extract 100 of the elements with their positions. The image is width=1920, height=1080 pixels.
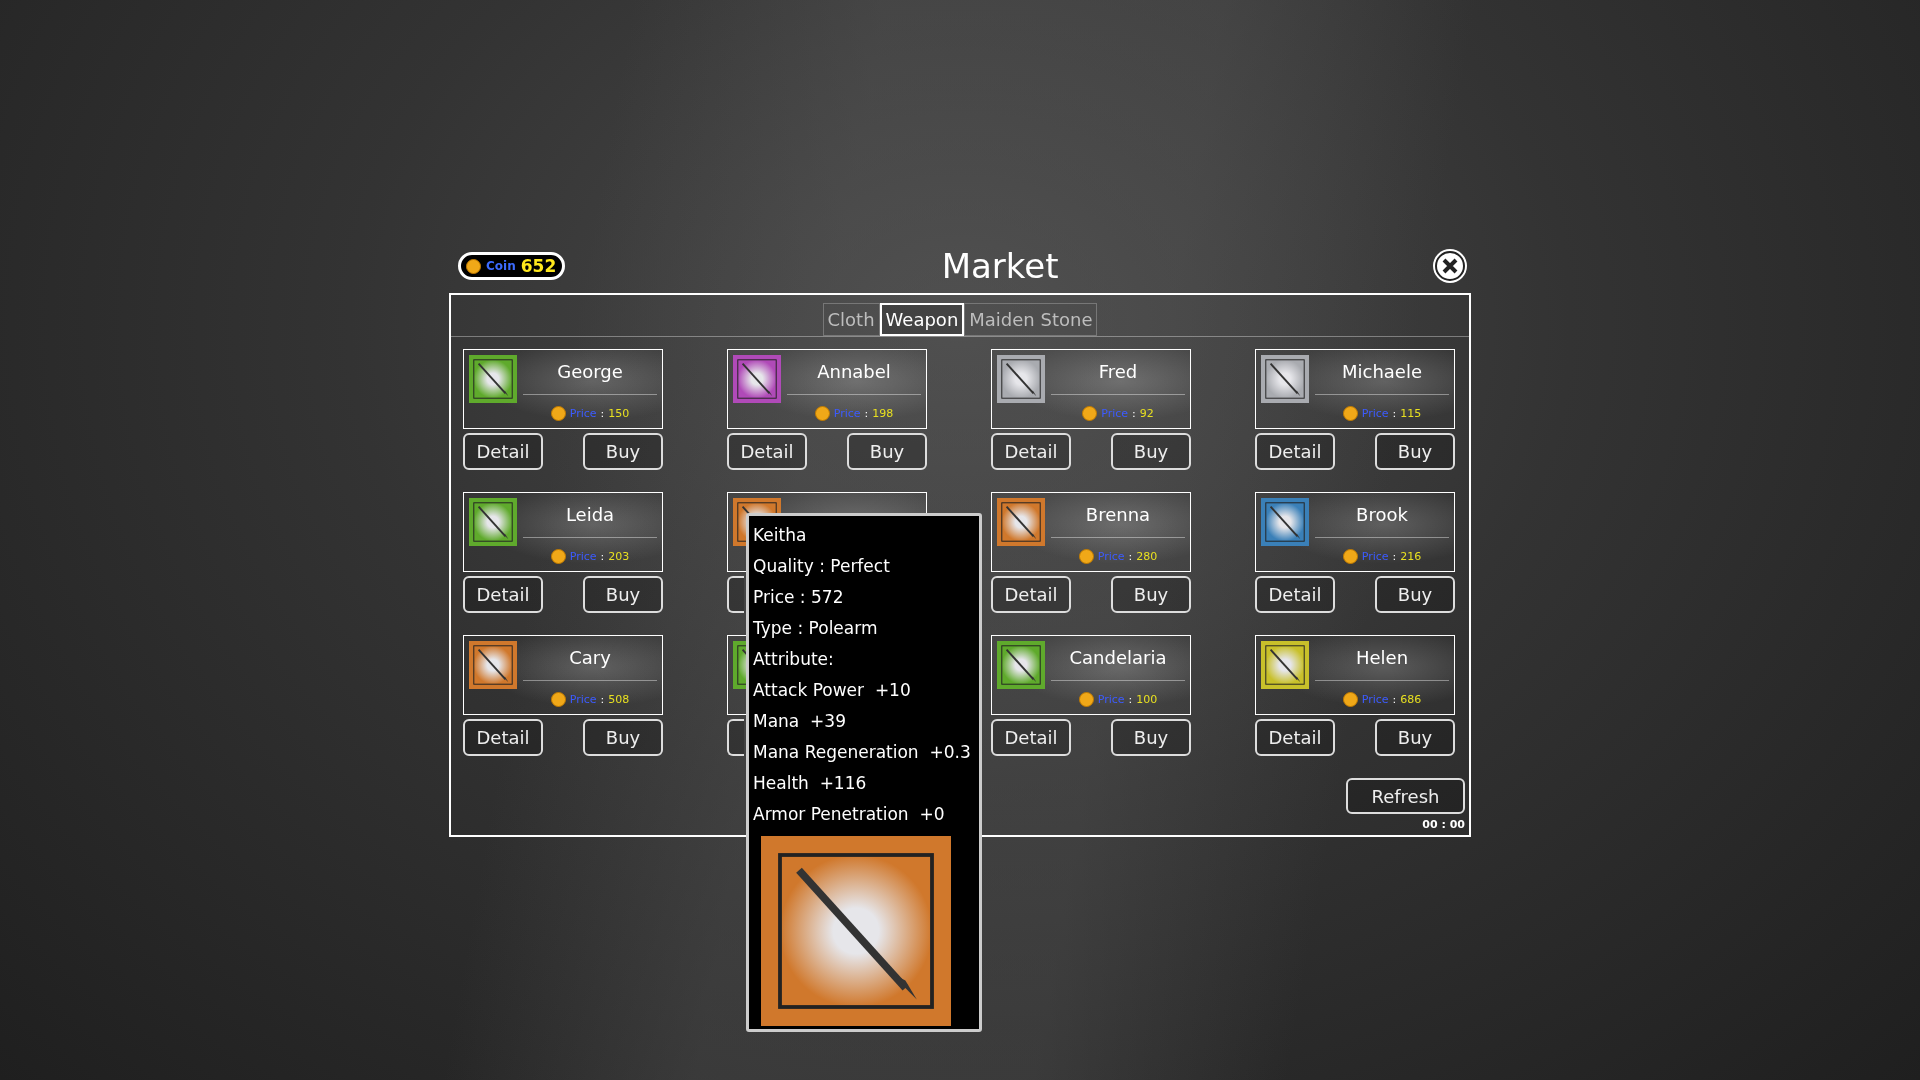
coin-label: Coin [486,259,516,273]
tooltip-line: Price : 572 [753,586,844,609]
coin-icon [550,692,566,707]
detail-button[interactable]: Detail [991,719,1071,756]
sword-icon [1261,641,1309,689]
detail-button[interactable]: Detail [463,576,543,613]
price-separator: : [1392,693,1397,706]
price-value: 198 [872,407,894,420]
price-label: Price [833,407,861,420]
price-value: 92 [1139,407,1154,420]
item-name: Helen [1355,647,1409,668]
item-name: Annabel [817,361,891,382]
detail-button[interactable] [727,719,744,756]
buy-button[interactable]: Buy [1375,433,1455,470]
coin-icon [1342,406,1358,421]
coin-icon [1078,692,1094,707]
detail-button[interactable]: Detail [991,433,1071,470]
price-label: Price [1101,407,1129,420]
price-separator: : [864,407,869,420]
price-label: Price [1097,550,1125,563]
detail-button[interactable]: Detail [463,719,543,756]
price-label: Price [1097,693,1125,706]
item-name: Brenna [1085,504,1151,525]
refresh-button[interactable]: Refresh [1346,778,1465,814]
coin-icon [1342,692,1358,707]
market-title: Market [941,246,1059,286]
refresh-timer: 00 : 00 [1422,818,1465,831]
price-label: Price [1361,550,1389,563]
tooltip-line: Attribute: [753,648,834,671]
tooltip-line: Quality : Perfect [753,555,890,578]
sword-icon [733,355,781,403]
tooltip-line: Keitha [753,524,807,547]
buy-button[interactable]: Buy [1111,719,1191,756]
sword-icon [997,355,1045,403]
price-value: 203 [608,550,630,563]
coin-icon [550,406,566,421]
item-name: George [557,361,623,382]
price-label: Price [569,407,597,420]
price-separator: : [600,693,605,706]
close-button[interactable] [1435,251,1465,281]
sword-icon [469,498,517,546]
price-value: 280 [1136,550,1158,563]
item-name: Brook [1356,504,1408,525]
buy-button[interactable]: Buy [847,433,927,470]
sword-icon [469,355,517,403]
detail-button[interactable]: Detail [463,433,543,470]
buy-button[interactable]: Buy [583,576,663,613]
tooltip-line: Type : Polearm [753,617,878,640]
price-separator: : [1132,407,1136,420]
price-label: Price [569,693,597,706]
detail-button[interactable] [727,576,744,613]
category-tab[interactable]: Cloth [822,303,880,336]
coin-icon [1078,549,1094,564]
buy-button[interactable]: Buy [1375,719,1455,756]
tooltip-line: Armor Penetration +0 [753,803,945,826]
price-separator: : [1128,550,1133,563]
coin-icon [1342,549,1358,564]
price-label: Price [1361,693,1389,706]
coin-icon [814,406,830,421]
detail-button[interactable]: Detail [1255,719,1335,756]
price-separator: : [1392,407,1397,420]
price-value: 686 [1400,693,1422,706]
detail-button[interactable]: Detail [727,433,807,470]
buy-button[interactable]: Buy [1375,576,1455,613]
sword-icon [469,641,517,689]
price-label: Price [1361,407,1389,420]
buy-button[interactable]: Buy [583,719,663,756]
price-value: 150 [608,407,630,420]
price-value: 216 [1400,550,1422,563]
price-separator: : [600,407,605,420]
tooltip-line: Mana Regeneration +0.3 [753,741,971,764]
detail-button[interactable]: Detail [1255,433,1335,470]
item-name: Candelaria [1069,647,1167,668]
sword-icon [1261,355,1309,403]
price-label: Price [569,550,597,563]
category-tab[interactable]: Weapon [879,303,965,336]
item-name: Leida [565,504,615,525]
category-tab[interactable]: Maiden Stone [964,303,1098,336]
price-value: 508 [608,693,630,706]
sword-icon [997,641,1045,689]
buy-button[interactable]: Buy [1111,576,1191,613]
coin-icon [1082,406,1098,421]
coin-amount: 652 [520,256,557,276]
price-separator: : [1392,550,1397,563]
buy-button[interactable]: Buy [1111,433,1191,470]
sword-icon [997,498,1045,546]
buy-button[interactable]: Buy [583,433,663,470]
price-value: 100 [1136,693,1158,706]
item-name: Fred [1098,361,1138,382]
detail-button[interactable]: Detail [991,576,1071,613]
detail-button[interactable]: Detail [1255,576,1335,613]
sword-icon [1261,498,1309,546]
close-icon [1441,257,1459,275]
item-name: Cary [569,647,611,668]
price-separator: : [1128,693,1133,706]
tooltip-line: Health +116 [753,772,867,795]
price-value: 115 [1400,407,1422,420]
price-separator: : [600,550,605,563]
tooltip-line: Mana +39 [753,710,846,733]
tooltip-line: Attack Power +10 [753,679,911,702]
